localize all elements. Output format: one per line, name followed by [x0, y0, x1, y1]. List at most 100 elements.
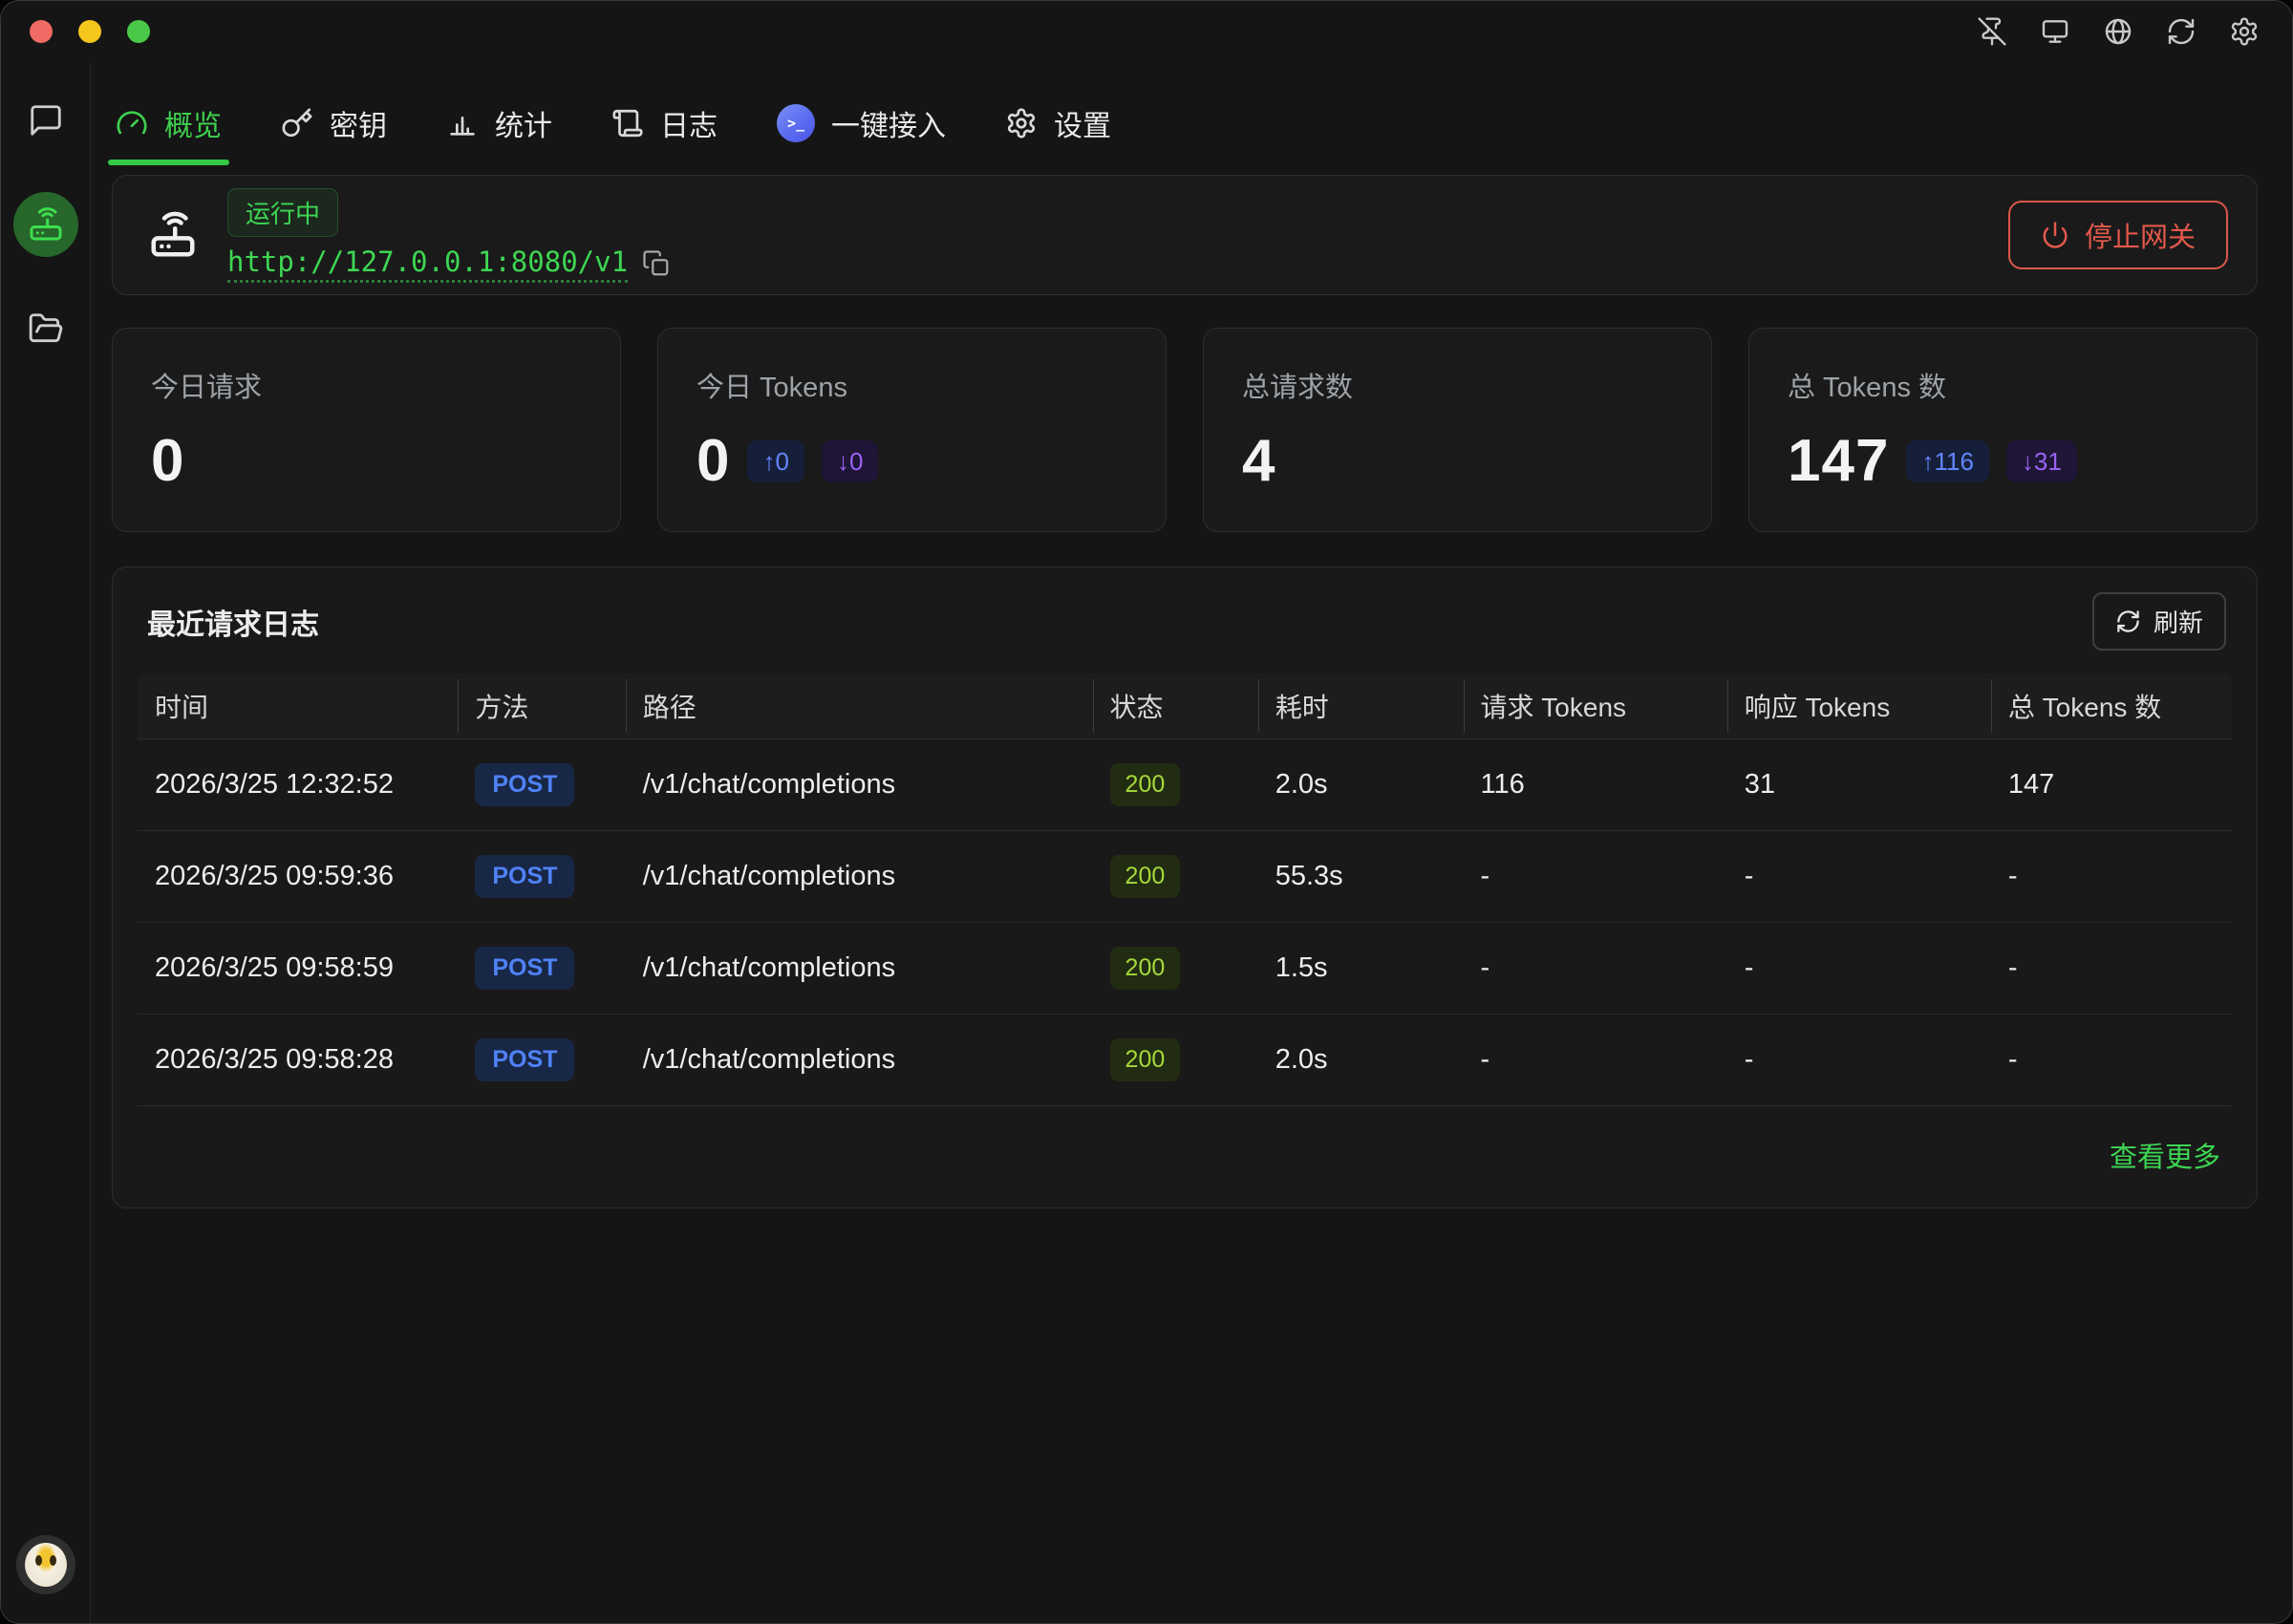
- close-button[interactable]: [30, 20, 53, 43]
- gateway-status-card: 运行中 http://127.0.0.1:8080/v1 停止网关: [112, 175, 2258, 295]
- folder-open-icon: [28, 310, 64, 347]
- method-badge: POST: [475, 1038, 574, 1081]
- col-method: 方法: [458, 673, 625, 738]
- stop-gateway-button[interactable]: 停止网关: [2008, 201, 2228, 269]
- gear-icon: [1005, 107, 1038, 139]
- recent-logs-card: 最近请求日志 刷新 时间 方法 路径 状态 耗时: [112, 566, 2258, 1208]
- tab-keys[interactable]: 密钥: [279, 83, 389, 165]
- copy-icon[interactable]: [642, 249, 671, 278]
- refresh-icon[interactable]: [2166, 16, 2197, 47]
- cell-total-tokens: -: [1991, 1020, 2232, 1100]
- cell-time: 2026/3/25 09:58:59: [138, 929, 458, 1008]
- view-more-link[interactable]: 查看更多: [2110, 1135, 2220, 1175]
- bar-chart-icon: [446, 107, 479, 139]
- cell-path: /v1/chat/completions: [626, 929, 1093, 1008]
- status-code-badge: 200: [1110, 763, 1181, 806]
- col-total-tokens: 总 Tokens 数: [1991, 673, 2232, 738]
- chat-icon: [28, 102, 64, 139]
- table-row: 2026/3/25 12:32:52 POST /v1/chat/complet…: [138, 739, 2232, 831]
- stat-value: 147: [1788, 432, 1889, 491]
- status-code-badge: 200: [1110, 855, 1181, 898]
- output-tokens-chip: ↓31: [2006, 440, 2077, 482]
- router-icon: [27, 205, 65, 244]
- tab-label: 一键接入: [831, 102, 946, 144]
- cell-path: /v1/chat/completions: [626, 745, 1093, 824]
- status-badge: 运行中: [227, 188, 338, 237]
- monitor-icon[interactable]: [2040, 16, 2070, 47]
- globe-icon[interactable]: [2103, 16, 2133, 47]
- tab-label: 日志: [660, 102, 718, 144]
- stat-card-today-tokens: 今日 Tokens 0 ↑0 ↓0: [657, 328, 1167, 532]
- cell-resp-tokens: -: [1727, 837, 1991, 916]
- cell-resp-tokens: -: [1727, 929, 1991, 1008]
- col-resp-tokens: 响应 Tokens: [1727, 673, 1991, 738]
- main-content: 概览 密钥 统计 日志: [91, 62, 2292, 1623]
- stats-row: 今日请求 0 今日 Tokens 0 ↑0 ↓0 总请求数: [112, 328, 2258, 532]
- tab-quick-connect[interactable]: >_ 一键接入: [775, 83, 948, 165]
- key-icon: [281, 107, 313, 139]
- logs-table: 时间 方法 路径 状态 耗时 请求 Tokens 响应 Tokens 总 Tok…: [138, 673, 2232, 1106]
- refresh-icon: [2115, 609, 2141, 634]
- cell-total-tokens: 147: [1991, 745, 2232, 824]
- cell-duration: 2.0s: [1258, 745, 1464, 824]
- cell-req-tokens: -: [1464, 929, 1727, 1008]
- status-code-badge: 200: [1110, 1038, 1181, 1081]
- col-time: 时间: [138, 673, 458, 738]
- sidebar-item-chat[interactable]: [28, 102, 64, 139]
- zoom-button[interactable]: [127, 20, 150, 43]
- app-window: 概览 密钥 统计 日志: [0, 0, 2293, 1624]
- pin-off-icon[interactable]: [1977, 16, 2007, 47]
- stat-label: 今日 Tokens: [696, 365, 1127, 405]
- scroll-icon: [611, 107, 644, 139]
- table-header: 时间 方法 路径 状态 耗时 请求 Tokens 响应 Tokens 总 Tok…: [138, 673, 2232, 739]
- tab-logs[interactable]: 日志: [610, 83, 719, 165]
- cell-req-tokens: 116: [1464, 745, 1727, 824]
- stop-gateway-label: 停止网关: [2085, 215, 2196, 255]
- table-row: 2026/3/25 09:59:36 POST /v1/chat/complet…: [138, 831, 2232, 923]
- cell-path: /v1/chat/completions: [626, 1020, 1093, 1100]
- table-row: 2026/3/25 09:58:59 POST /v1/chat/complet…: [138, 923, 2232, 1015]
- gauge-icon: [116, 107, 148, 139]
- tab-label: 设置: [1054, 102, 1111, 144]
- tab-bar: 概览 密钥 统计 日志: [112, 79, 2258, 165]
- cell-total-tokens: -: [1991, 837, 2232, 916]
- stat-label: 今日请求: [151, 365, 582, 405]
- router-icon: [147, 209, 199, 261]
- stat-value: 0: [696, 432, 730, 491]
- refresh-button[interactable]: 刷新: [2092, 592, 2226, 651]
- minimize-button[interactable]: [78, 20, 101, 43]
- cell-duration: 1.5s: [1258, 929, 1464, 1008]
- input-tokens-chip: ↑116: [1906, 440, 1988, 482]
- assistant-avatar[interactable]: [16, 1535, 75, 1594]
- cell-resp-tokens: -: [1727, 1020, 1991, 1100]
- cell-duration: 2.0s: [1258, 1020, 1464, 1100]
- tab-overview[interactable]: 概览: [114, 83, 224, 165]
- owl-mascot-icon: [25, 1543, 67, 1587]
- sidebar-item-gateway[interactable]: [13, 192, 78, 257]
- stat-card-today-requests: 今日请求 0: [112, 328, 621, 532]
- power-icon: [2041, 221, 2069, 249]
- table-row: 2026/3/25 09:58:28 POST /v1/chat/complet…: [138, 1015, 2232, 1106]
- cell-total-tokens: -: [1991, 929, 2232, 1008]
- sidebar: [1, 62, 91, 1623]
- cell-duration: 55.3s: [1258, 837, 1464, 916]
- col-path: 路径: [626, 673, 1093, 738]
- tab-label: 统计: [495, 102, 552, 144]
- stat-label: 总 Tokens 数: [1788, 365, 2218, 405]
- cell-req-tokens: -: [1464, 837, 1727, 916]
- tab-label: 密钥: [330, 102, 387, 144]
- gateway-url-link[interactable]: http://127.0.0.1:8080/v1: [227, 246, 628, 283]
- sidebar-item-files[interactable]: [28, 310, 64, 347]
- tab-settings[interactable]: 设置: [1003, 83, 1113, 165]
- tab-label: 概览: [164, 102, 222, 144]
- cell-path: /v1/chat/completions: [626, 837, 1093, 916]
- method-badge: POST: [475, 763, 574, 806]
- tab-stats[interactable]: 统计: [444, 83, 554, 165]
- status-code-badge: 200: [1110, 947, 1181, 990]
- refresh-label: 刷新: [2154, 604, 2203, 639]
- gear-icon[interactable]: [2229, 16, 2260, 47]
- col-duration: 耗时: [1258, 673, 1464, 738]
- traffic-lights: [30, 20, 150, 43]
- stat-card-total-tokens: 总 Tokens 数 147 ↑116 ↓31: [1748, 328, 2258, 532]
- terminal-logo-icon: >_: [777, 104, 815, 142]
